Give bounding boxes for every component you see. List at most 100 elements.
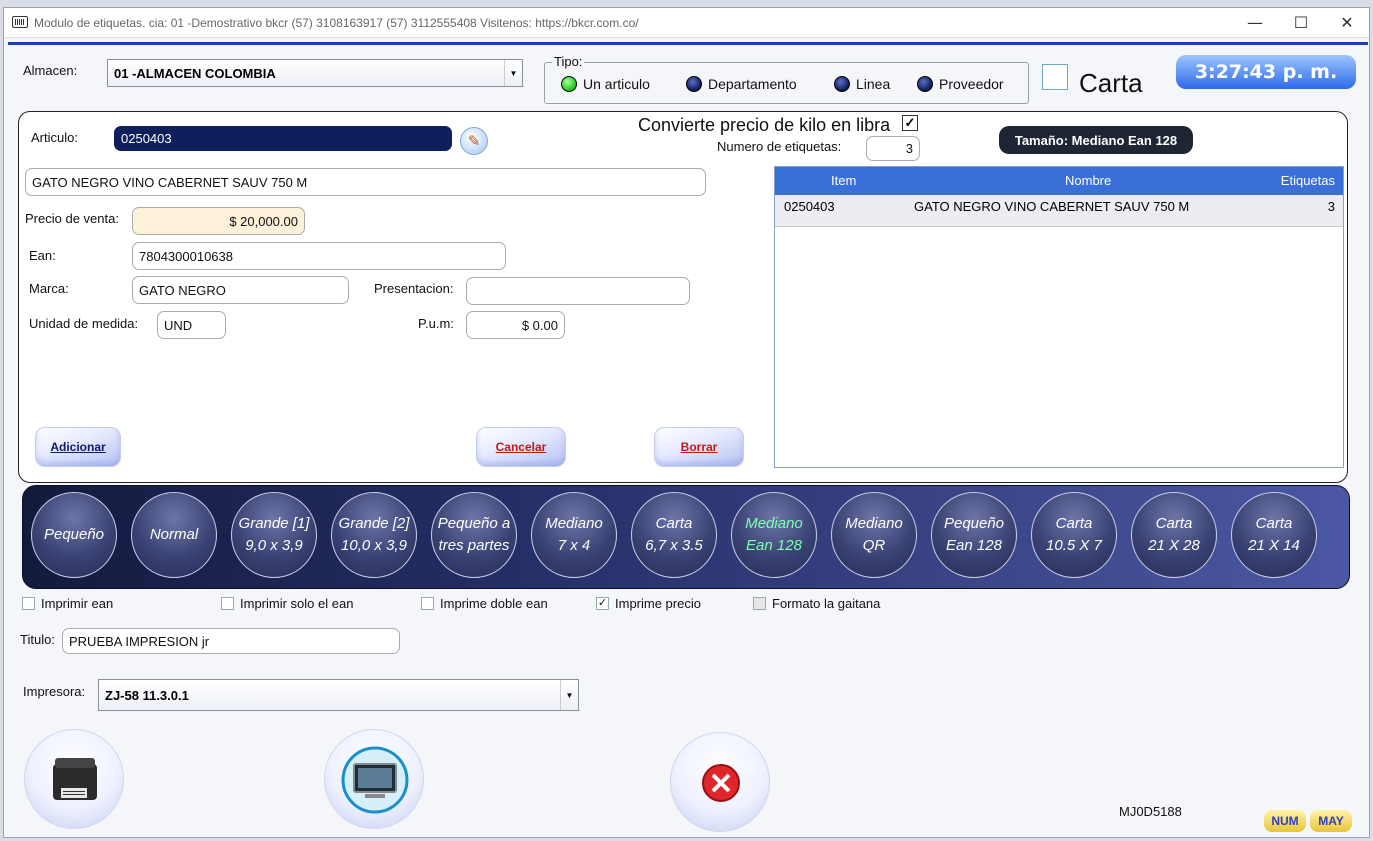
checkbox-label: Imprime precio [615, 596, 701, 611]
header-nombre: Nombre [1065, 173, 1112, 188]
size-pequeno-ean128[interactable]: Pequeño Ean 128 [931, 492, 1017, 578]
print-button[interactable] [24, 729, 124, 829]
clock-display: 3:27:43 p. m. [1176, 55, 1356, 89]
presentacion-label: Presentacion: [374, 281, 454, 296]
size-grande-1[interactable]: Grande [1] 9,0 x 3,9 [231, 492, 317, 578]
impresora-value: ZJ-58 11.3.0.1 [105, 687, 189, 703]
imprimir-solo-ean-checkbox[interactable]: Imprimir solo el ean [221, 596, 353, 611]
tipo-radio-linea[interactable]: Linea [834, 76, 890, 92]
monitor-icon [341, 746, 409, 814]
checkbox-box [221, 597, 234, 610]
size-label: Carta [1255, 515, 1293, 532]
articulo-input[interactable]: 0250403 [114, 126, 452, 151]
titulo-input[interactable]: PRUEBA IMPRESION jr [62, 628, 400, 654]
descripcion-input[interactable]: GATO NEGRO VINO CABERNET SAUV 750 M [25, 168, 706, 196]
close-button[interactable]: ✕ [1324, 11, 1370, 35]
printer-icon [53, 758, 97, 800]
radio-label: Departamento [708, 76, 797, 92]
marca-label: Marca: [29, 281, 69, 296]
size-label: Pequeño [43, 526, 105, 543]
etiquetas-table[interactable]: Item Nombre Etiquetas 0250403 GATO NEGRO… [774, 166, 1344, 468]
tipo-radio-articulo[interactable]: Un articulo [561, 76, 650, 92]
checkbox-label: Formato la gaitana [772, 596, 881, 611]
checkmark-icon: ✓ [596, 597, 609, 610]
size-sublabel: 9,0 x 3,9 [245, 537, 303, 554]
close-circle-icon [702, 764, 740, 802]
size-grande-2[interactable]: Grande [2] 10,0 x 3,9 [331, 492, 417, 578]
app-window: Modulo de etiquetas. cia: 01 -Demostrati… [3, 7, 1370, 838]
machine-code: MJ0D5188 [1119, 804, 1182, 819]
main-area: Almacen: 01 -ALMACEN COLOMBIA ▼ Tipo: Un… [8, 42, 1368, 835]
impresora-label: Impresora: [23, 684, 86, 699]
tipo-label: Tipo: [552, 54, 585, 69]
size-sublabel: 10,0 x 3,9 [341, 537, 407, 554]
minimize-button[interactable]: — [1232, 11, 1278, 35]
radio-off-icon [917, 76, 933, 92]
size-pequeno-tres-partes[interactable]: Pequeño a tres partes [431, 492, 517, 578]
size-label: Carta [1155, 515, 1193, 532]
maximize-button[interactable]: ☐ [1278, 11, 1324, 35]
impresora-select[interactable]: ZJ-58 11.3.0.1 ▼ [98, 679, 579, 711]
size-pequeno[interactable]: Pequeño [31, 492, 117, 578]
size-sublabel: QR [862, 537, 886, 554]
size-mediano-ean128[interactable]: Mediano Ean 128 [731, 492, 817, 578]
tipo-radio-departamento[interactable]: Departamento [686, 76, 797, 92]
convierte-label: Convierte precio de kilo en libra [638, 115, 891, 135]
size-label: Mediano [545, 515, 603, 532]
size-carta-67[interactable]: Carta 6,7 x 3.5 [631, 492, 717, 578]
size-label: Carta [655, 515, 693, 532]
imprimir-ean-checkbox[interactable]: Imprimir ean [22, 596, 113, 611]
almacen-select[interactable]: 01 -ALMACEN COLOMBIA ▼ [107, 59, 523, 87]
caps-lock-badge: MAY [1310, 810, 1352, 832]
cell-etiquetas: 3 [1327, 199, 1335, 214]
marca-input[interactable]: GATO NEGRO [132, 276, 349, 304]
carta-label: Carta [1079, 68, 1143, 98]
size-label: Grande [1] [238, 515, 310, 532]
titulo-label: Titulo: [20, 632, 55, 647]
num-lock-badge: NUM [1264, 810, 1306, 832]
size-label: Carta [1055, 515, 1093, 532]
size-label: Pequeño [943, 515, 1005, 532]
formato-gaitana-checkbox[interactable]: Formato la gaitana [753, 596, 880, 611]
cell-nombre: GATO NEGRO VINO CABERNET SAUV 750 M [914, 199, 1190, 214]
tipo-radio-proveedor[interactable]: Proveedor [917, 76, 1004, 92]
size-carta-105[interactable]: Carta 10.5 X 7 [1031, 492, 1117, 578]
chevron-down-icon[interactable]: ▼ [560, 680, 578, 710]
size-mediano-qr[interactable]: Mediano QR [831, 492, 917, 578]
articulo-label: Articulo: [31, 130, 78, 145]
size-sublabel: 6,7 x 3.5 [645, 537, 703, 554]
ean-input[interactable]: 7804300010638 [132, 242, 506, 270]
search-icon[interactable]: ✎ [460, 127, 488, 155]
checkbox-label: Imprime doble ean [440, 596, 548, 611]
adicionar-button[interactable]: Adicionar [35, 427, 121, 467]
imprime-precio-checkbox[interactable]: ✓ Imprime precio [596, 596, 701, 611]
presentacion-input[interactable] [466, 277, 690, 305]
checkbox-box [753, 597, 766, 610]
size-normal[interactable]: Normal [131, 492, 217, 578]
unidad-input[interactable]: UND [157, 311, 226, 339]
app-icon [12, 16, 28, 28]
pum-input[interactable]: $ 0.00 [466, 311, 565, 339]
preview-button[interactable] [324, 729, 424, 829]
tamano-badge: Tamaño: Mediano Ean 128 [999, 126, 1193, 154]
exit-button[interactable] [670, 732, 770, 832]
cancelar-button[interactable]: Cancelar [476, 427, 566, 467]
size-carta-21x14[interactable]: Carta 21 X 14 [1231, 492, 1317, 578]
size-carta-21x28[interactable]: Carta 21 X 28 [1131, 492, 1217, 578]
title-bar: Modulo de etiquetas. cia: 01 -Demostrati… [4, 8, 1369, 38]
size-sublabel: Ean 128 [746, 537, 802, 554]
size-sublabel: 10.5 X 7 [1046, 537, 1102, 554]
chevron-down-icon[interactable]: ▼ [504, 60, 522, 86]
checkbox-label: Imprimir solo el ean [240, 596, 354, 611]
unidad-label: Unidad de medida: [29, 316, 139, 331]
imprime-doble-ean-checkbox[interactable]: Imprime doble ean [421, 596, 548, 611]
size-strip: Pequeño Normal Grande [1] 9,0 x 3,9 Grand… [22, 485, 1350, 589]
numero-input[interactable]: 3 [866, 136, 920, 161]
carta-checkbox[interactable] [1042, 64, 1068, 90]
size-mediano-7x4[interactable]: Mediano 7 x 4 [531, 492, 617, 578]
borrar-button[interactable]: Borrar [654, 427, 744, 467]
convierte-checkbox[interactable]: ✓ [902, 115, 918, 131]
precio-input[interactable]: $ 20,000.00 [132, 207, 305, 235]
table-row[interactable]: 0250403 GATO NEGRO VINO CABERNET SAUV 75… [775, 195, 1343, 227]
numero-label: Numero de etiquetas: [717, 139, 842, 154]
